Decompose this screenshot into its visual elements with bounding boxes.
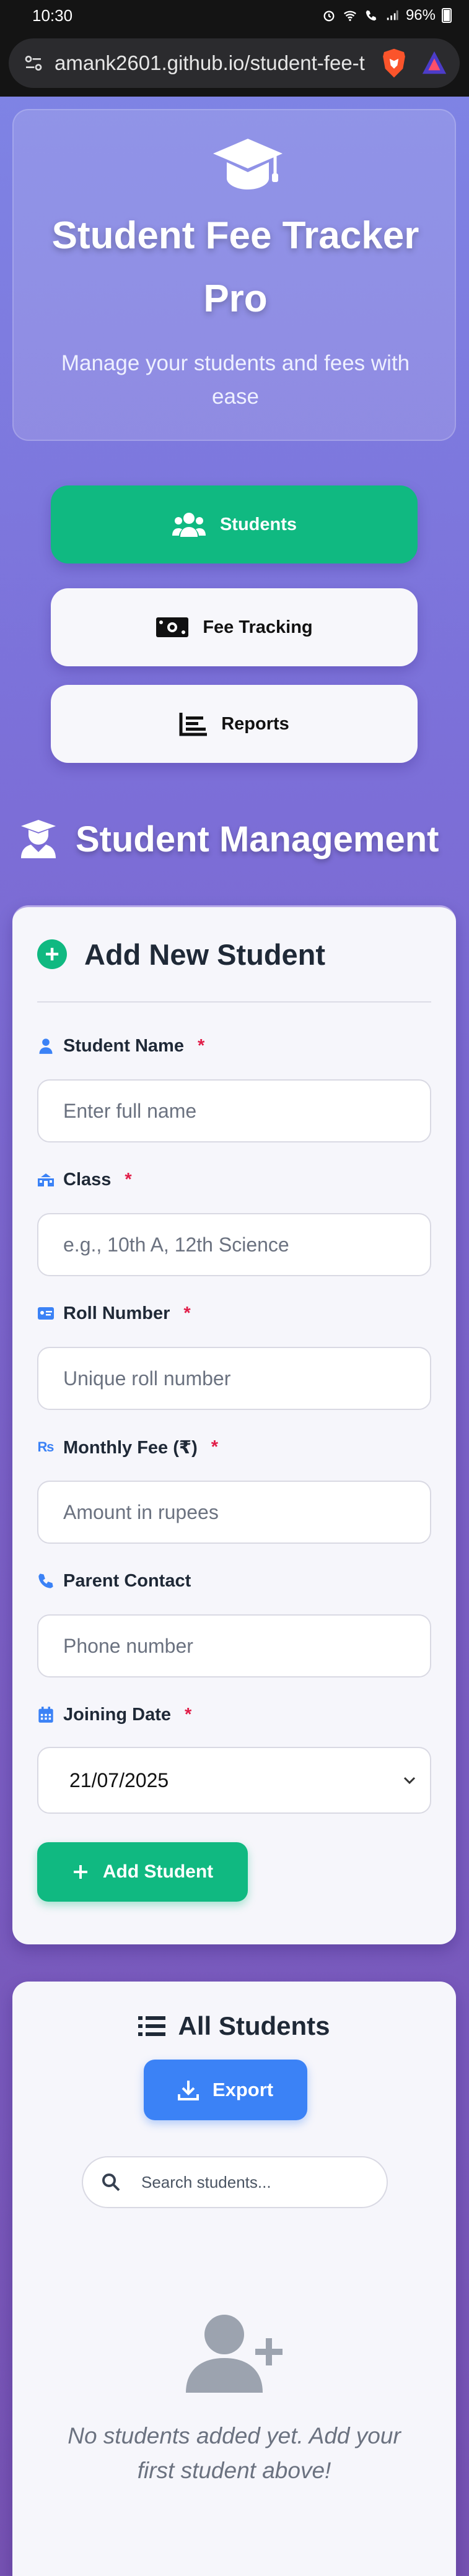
class-input[interactable] <box>37 1213 431 1276</box>
alarm-icon <box>323 11 335 22</box>
user-plus-icon <box>186 2315 283 2393</box>
address-bar[interactable]: amank2601.github.io/student-fee-t <box>9 38 460 88</box>
list-icon <box>138 2016 166 2036</box>
section-title-text: Student Management <box>76 819 439 859</box>
app-title: Student Fee Tracker Pro <box>51 214 419 320</box>
form-heading-text: Add New Student <box>84 938 326 971</box>
graduation-cap-icon <box>213 139 283 189</box>
form-heading: + Add New Student <box>37 932 431 977</box>
roll-number-input[interactable] <box>37 1347 431 1410</box>
joining-date-select[interactable]: 21/07/2025 <box>37 1747 431 1814</box>
nav-fee-tracking-button[interactable]: Fee Tracking <box>51 588 418 666</box>
user-icon <box>39 1038 53 1054</box>
plus-icon <box>73 1865 87 1879</box>
phone-icon <box>38 1573 53 1588</box>
status-icons: 96% <box>322 7 452 24</box>
monthly-fee-input[interactable] <box>37 1481 431 1544</box>
plus-circle-icon: + <box>37 939 67 969</box>
search-input[interactable] <box>141 2172 368 2192</box>
add-student-card: + Add New Student Student Name* Class* R… <box>12 905 456 1944</box>
download-icon <box>177 2081 199 2100</box>
school-icon <box>38 1173 54 1186</box>
app-subtitle: Manage your students and fees with ease <box>61 351 410 409</box>
battery-icon <box>442 8 452 23</box>
class-label: Class * <box>37 1167 132 1192</box>
user-graduate-icon <box>21 820 56 858</box>
joining-date-value: 21/07/2025 <box>69 1769 169 1791</box>
parent-contact-label: Parent Contact <box>37 1569 191 1593</box>
status-time: 10:30 <box>32 6 73 25</box>
search-field[interactable] <box>82 2156 388 2208</box>
roll-number-label: Roll Number * <box>37 1301 191 1326</box>
empty-state-text: No students added yet. Add your first st… <box>68 2423 401 2483</box>
users-icon <box>172 513 206 537</box>
rupee-icon: ₨ <box>37 1439 55 1455</box>
brave-rewards-icon[interactable] <box>420 49 449 77</box>
battery-percent: 96% <box>405 7 436 24</box>
student-name-input[interactable] <box>37 1079 431 1142</box>
student-name-label: Student Name * <box>37 1033 204 1058</box>
section-title: Student Management <box>19 811 452 867</box>
joining-date-label: Joining Date * <box>37 1702 191 1727</box>
nav-students-label: Students <box>219 514 297 534</box>
export-button[interactable]: Export <box>144 2060 307 2120</box>
nav-students-button[interactable]: Students <box>51 485 418 564</box>
chart-bar-icon <box>179 713 208 736</box>
url-text[interactable]: amank2601.github.io/student-fee-t <box>55 51 374 75</box>
all-students-card: All Students Export No students added ye… <box>12 1982 456 2576</box>
search-icon <box>102 2174 120 2191</box>
browser-toolbar: amank2601.github.io/student-fee-t <box>0 31 469 97</box>
nav-reports-button[interactable]: Reports <box>51 685 418 763</box>
add-student-button[interactable]: Add Student <box>37 1842 248 1902</box>
list-heading: All Students <box>12 2004 456 2048</box>
nav-reports-label: Reports <box>221 713 289 734</box>
nav-fee-tracking-label: Fee Tracking <box>203 617 313 637</box>
parent-contact-input[interactable] <box>37 1614 431 1677</box>
wifi-icon <box>344 11 356 21</box>
chevron-down-icon <box>403 1777 416 1785</box>
calendar-icon <box>38 1707 53 1723</box>
signal-icon <box>387 10 398 20</box>
site-settings-icon[interactable] <box>24 53 43 73</box>
monthly-fee-label: ₨ Monthly Fee (₹) * <box>37 1437 219 1458</box>
status-bar: 10:30 96% <box>0 0 469 31</box>
money-bill-icon <box>156 617 189 637</box>
divider <box>37 1001 431 1003</box>
hero-banner: Student Fee Tracker Pro Manage your stud… <box>12 109 456 441</box>
brave-shield-icon[interactable] <box>380 48 408 79</box>
id-card-icon <box>38 1307 54 1320</box>
call-icon <box>366 10 377 21</box>
